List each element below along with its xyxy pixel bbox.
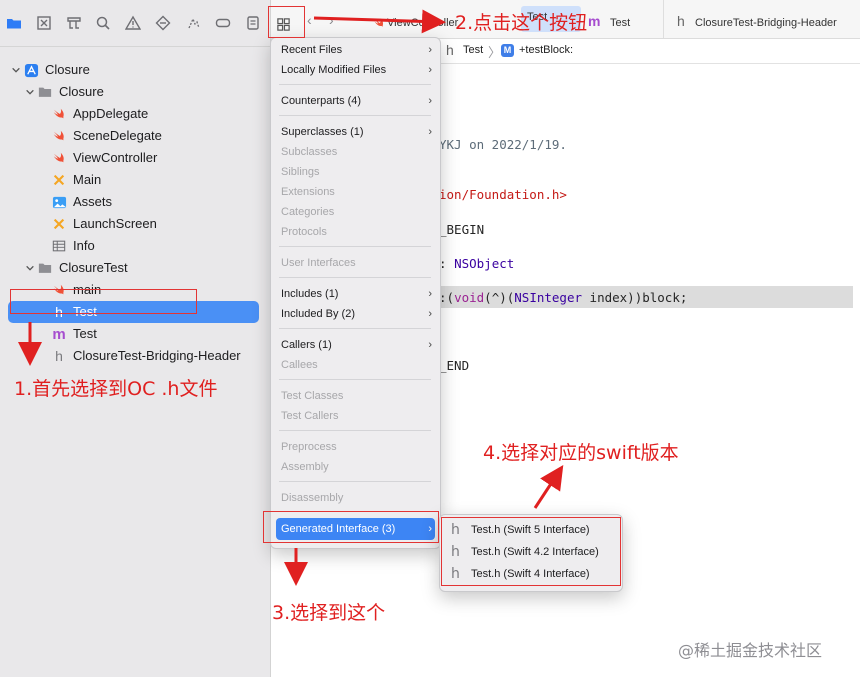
watermark: @稀土掘金技术社区 bbox=[678, 641, 823, 660]
annotation-step1: 1.首先选择到OC .h文件 bbox=[14, 378, 218, 400]
arrow-step4 bbox=[533, 464, 564, 509]
annotation-step4: 4.选择对应的swift版本 bbox=[483, 442, 679, 464]
annotation-arrows bbox=[18, 9, 564, 586]
arrow-step2 bbox=[313, 9, 446, 34]
annotation-step2: 2.点击这个按钮 bbox=[455, 12, 588, 34]
annotation-step3: 3.选择到这个 bbox=[272, 602, 386, 624]
